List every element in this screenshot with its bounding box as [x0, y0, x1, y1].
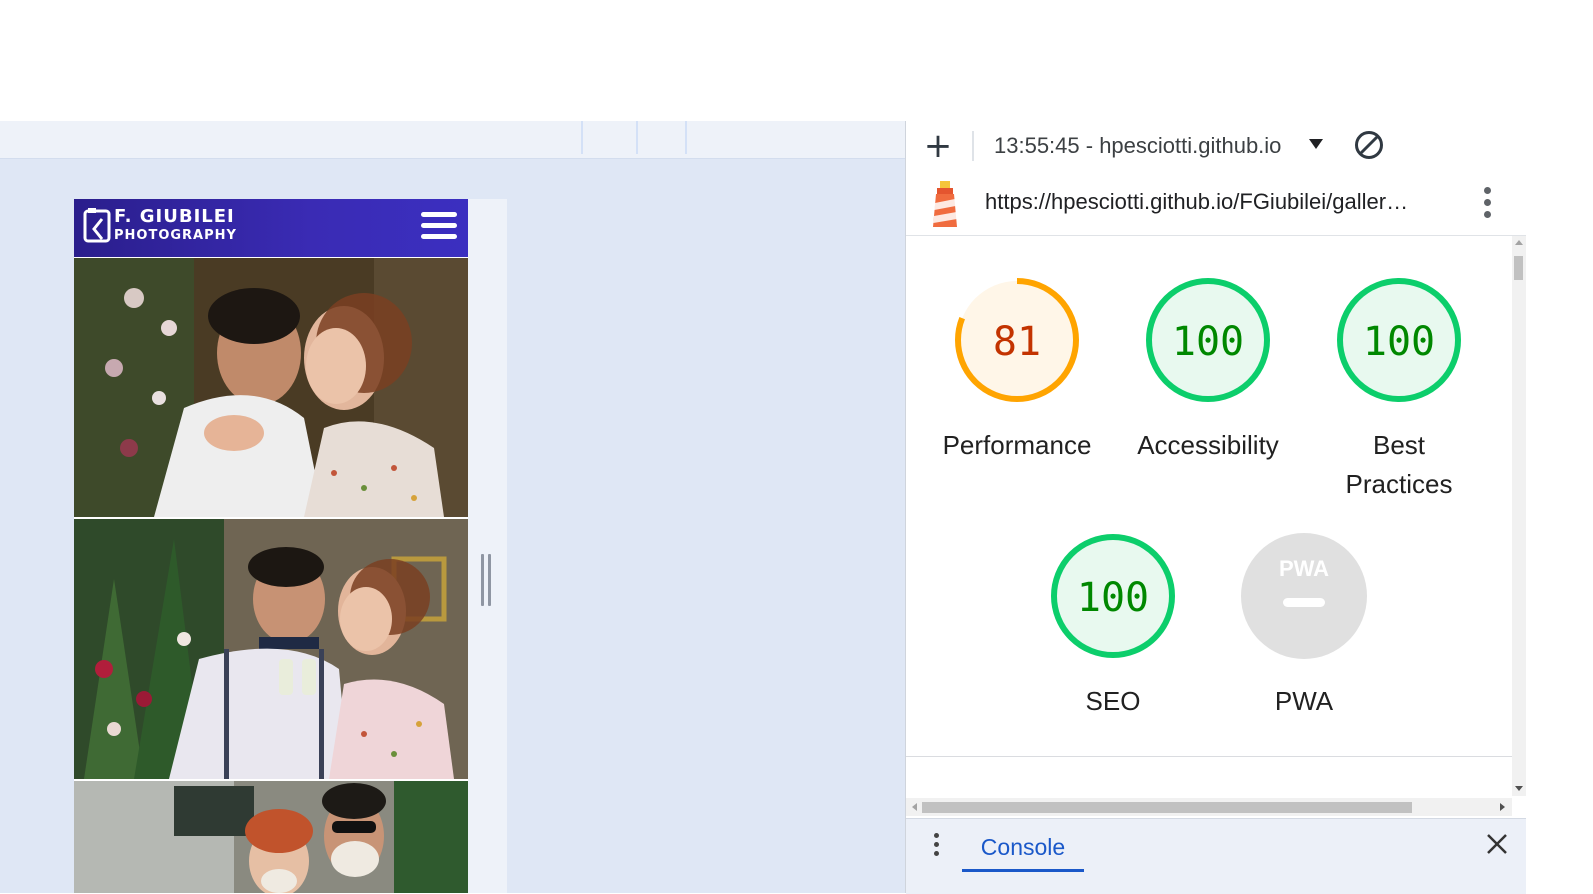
gauge-label: Performance	[942, 430, 1092, 460]
score-value: 100	[1077, 575, 1149, 621]
scroll-right-icon[interactable]	[1500, 803, 1505, 811]
clear-icon[interactable]	[1354, 130, 1384, 160]
vertical-scrollbar[interactable]	[1512, 236, 1526, 796]
devtools-panel: + 13:55:45 - hpesciotti.github.io https:…	[905, 121, 1526, 894]
svg-text:PWA: PWA	[1279, 556, 1329, 581]
lighthouse-toolbar: + 13:55:45 - hpesciotti.github.io	[906, 121, 1526, 171]
lighthouse-report: 81 Performance 100 Accessibility 100 Bes…	[906, 236, 1512, 756]
gauge-accessibility[interactable]: 100 Accessibility	[1113, 276, 1303, 465]
device-toolbar	[0, 121, 905, 159]
media-query-marker[interactable]	[636, 121, 638, 154]
gauge-seo[interactable]: 100 SEO	[1018, 532, 1208, 721]
score-value: 100	[1172, 319, 1244, 365]
site-header: F. GIUBILEI PHOTOGRAPHY	[74, 199, 468, 257]
score-value: 100	[1363, 319, 1435, 365]
media-query-marker[interactable]	[685, 121, 687, 154]
toolbar-divider	[972, 131, 974, 161]
report-url-bar: https://hpesciotti.github.io/FGiubilei/g…	[906, 173, 1526, 236]
scroll-down-icon[interactable]	[1515, 786, 1523, 791]
new-report-button[interactable]: +	[923, 129, 953, 163]
gallery-photo[interactable]	[74, 258, 468, 517]
gauge-performance[interactable]: 81 Performance	[922, 276, 1112, 465]
report-url[interactable]: https://hpesciotti.github.io/FGiubilei/g…	[985, 189, 1408, 215]
gauge-label: Best Practices	[1345, 430, 1453, 499]
site-logo-title[interactable]: F. GIUBILEI	[114, 207, 235, 227]
drawer-menu-icon[interactable]	[934, 833, 942, 859]
score-ring: 100	[1051, 534, 1175, 658]
gauge-label: PWA	[1274, 686, 1334, 716]
scrollbar-thumb[interactable]	[1514, 256, 1523, 280]
devtools-drawer: Console	[906, 818, 1526, 894]
report-selector[interactable]: 13:55:45 - hpesciotti.github.io	[994, 133, 1281, 159]
score-value: 81	[993, 319, 1041, 365]
gallery-photo[interactable]	[74, 519, 468, 779]
hamburger-menu-icon[interactable]	[421, 212, 457, 244]
gauge-best-practices[interactable]: 100 Best Practices	[1304, 276, 1494, 504]
dropdown-caret-icon[interactable]	[1309, 139, 1323, 149]
camera-logo-icon	[83, 208, 111, 243]
gallery-photo[interactable]	[74, 781, 468, 893]
report-divider	[906, 756, 1512, 757]
site-logo-subtitle[interactable]: PHOTOGRAPHY	[114, 228, 237, 243]
pwa-badge-icon: PWA	[1241, 533, 1367, 659]
device-resize-handle[interactable]	[481, 554, 493, 606]
close-icon[interactable]	[1486, 833, 1508, 855]
score-ring: 100	[1337, 278, 1461, 402]
scroll-up-icon[interactable]	[1515, 240, 1523, 245]
horizontal-scrollbar[interactable]	[906, 798, 1512, 816]
scrollbar-thumb[interactable]	[922, 802, 1412, 813]
gauge-pwa[interactable]: PWA PWA	[1209, 532, 1399, 721]
lighthouse-icon	[933, 181, 957, 227]
scroll-left-icon[interactable]	[912, 803, 917, 811]
gauge-label: Accessibility	[1137, 430, 1279, 460]
more-options-icon[interactable]	[1483, 187, 1493, 221]
gauge-label: SEO	[1085, 686, 1141, 716]
device-resizer-track	[468, 199, 507, 893]
score-ring: 81	[955, 278, 1079, 402]
tab-console[interactable]: Console	[962, 825, 1084, 872]
score-ring: 100	[1146, 278, 1270, 402]
emulated-page: F. GIUBILEI PHOTOGRAPHY	[74, 199, 468, 893]
media-query-marker[interactable]	[581, 121, 583, 154]
